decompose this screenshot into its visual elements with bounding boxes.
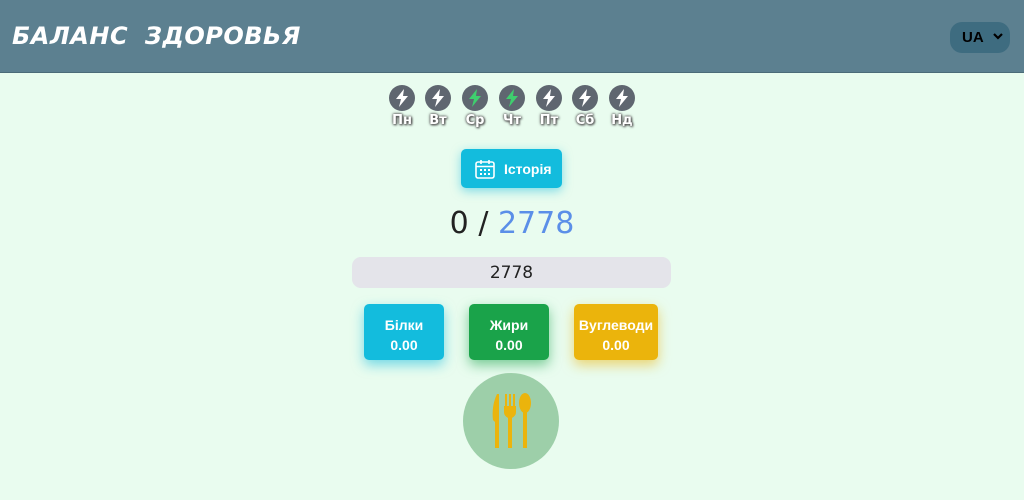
day-label: Чт — [502, 113, 522, 128]
consumed-calories: 0 — [449, 206, 469, 241]
calorie-goal-input[interactable] — [352, 257, 671, 288]
lightning-bolt-icon — [462, 85, 488, 111]
day-tuesday[interactable]: Вт — [424, 85, 452, 133]
counter-separator: / — [478, 206, 489, 241]
calendar-icon — [475, 159, 495, 179]
app-header: БАЛАНС ЗДОРОВЬЯ UA — [0, 0, 1024, 73]
day-wednesday[interactable]: Ср — [461, 85, 489, 133]
lightning-bolt-icon — [425, 85, 451, 111]
fat-card: Жири 0.00 — [469, 304, 549, 360]
language-value: UA — [962, 29, 984, 46]
day-thursday[interactable]: Чт — [498, 85, 526, 133]
carbs-label: Вуглеводи — [578, 317, 654, 333]
add-food-button[interactable] — [463, 373, 559, 469]
protein-label: Білки — [384, 317, 424, 333]
calorie-counter: 0 / 2778 — [412, 206, 612, 241]
language-select[interactable]: UA — [950, 22, 1010, 53]
history-button[interactable]: Історія — [461, 149, 562, 188]
fat-value: 0.00 — [495, 337, 523, 353]
lightning-bolt-icon — [572, 85, 598, 111]
lightning-bolt-icon — [389, 85, 415, 111]
target-calories: 2778 — [497, 206, 575, 241]
day-label: Ср — [465, 113, 485, 128]
carbs-value: 0.00 — [602, 337, 630, 353]
day-sunday[interactable]: Нд — [608, 85, 636, 133]
week-days: Пн Вт Ср Чт Пт Сб Нд — [388, 85, 638, 133]
protein-value: 0.00 — [390, 337, 418, 353]
day-label: Сб — [575, 113, 595, 128]
chevron-down-icon — [993, 33, 1003, 40]
carbs-card: Вуглеводи 0.00 — [574, 304, 658, 360]
day-label: Пт — [539, 113, 559, 128]
lightning-bolt-icon — [499, 85, 525, 111]
cutlery-icon — [492, 393, 531, 448]
day-saturday[interactable]: Сб — [571, 85, 599, 133]
day-label: Вт — [429, 113, 447, 128]
protein-card: Білки 0.00 — [364, 304, 444, 360]
day-monday[interactable]: Пн — [388, 85, 416, 133]
fat-label: Жири — [489, 317, 529, 333]
day-label: Нд — [611, 113, 633, 128]
app-title: БАЛАНС ЗДОРОВЬЯ — [12, 22, 301, 50]
lightning-bolt-icon — [609, 85, 635, 111]
history-label: Історія — [504, 160, 552, 177]
day-friday[interactable]: Пт — [535, 85, 563, 133]
day-label: Пн — [392, 113, 412, 128]
lightning-bolt-icon — [536, 85, 562, 111]
